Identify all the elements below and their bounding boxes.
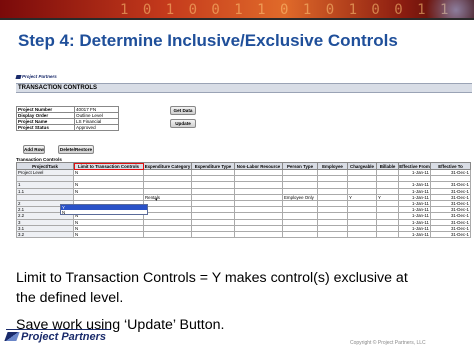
- swoosh-logo-icon: [4, 332, 20, 341]
- banner-digits: 1 0 1 0 0 1 1 0 1 0 1 0 0 1 1: [120, 2, 452, 18]
- app-logo: Project Partners: [15, 74, 57, 79]
- transaction-controls-grid: Project/Task Limit to Transaction Contro…: [16, 162, 471, 239]
- col-header-billable: Billable: [376, 162, 399, 170]
- slide-title: Step 4: Determine Inclusive/Exclusive Co…: [18, 31, 398, 50]
- info-row: Project Status Approved: [16, 124, 119, 131]
- page-header-bar: TRANSACTION CONTROLS: [16, 83, 472, 93]
- chevron-down-icon[interactable]: ▾: [155, 197, 158, 203]
- col-header-person-type: Person Type: [282, 162, 318, 170]
- footer-logo: Project Partners: [4, 331, 106, 343]
- dropdown-option[interactable]: N: [61, 210, 147, 215]
- col-header-effective-to: Effective To: [430, 162, 471, 170]
- logo-mark-icon: [15, 74, 22, 79]
- body-text-line-1a: Limit to Transaction Controls = Y makes …: [16, 270, 408, 286]
- page-title: TRANSACTION CONTROLS: [18, 85, 97, 91]
- info-value[interactable]: Approved: [74, 124, 119, 131]
- table-cell[interactable]: 1-Jan-11: [398, 230, 431, 239]
- table-cell: 3.2: [16, 230, 74, 239]
- body-text-line-1b: the defined level.: [16, 290, 124, 306]
- app-logo-text: Project Partners: [22, 74, 57, 79]
- info-label: Project Status: [16, 124, 75, 131]
- app-screenshot: Project Partners TRANSACTION CONTROLS Pr…: [14, 73, 474, 248]
- project-info-table: Project Number 40017 FN Display Order Outl…: [16, 106, 119, 131]
- table-row: 3.2 N 1-Jan-11 31-Dec-1: [16, 230, 471, 239]
- banner-rule: [0, 18, 474, 20]
- col-header-effective-from: Effective From: [398, 162, 431, 170]
- delete-restore-button[interactable]: Delete/Restore: [58, 145, 94, 154]
- table-cell[interactable]: [282, 230, 318, 239]
- table-cell[interactable]: [234, 230, 283, 239]
- table-cell[interactable]: [376, 230, 399, 239]
- top-banner: 1 0 1 0 0 1 1 0 1 0 1 0 0 1 1: [0, 0, 474, 20]
- col-header-non-labor-resource: Non-Labor Resource: [234, 162, 283, 170]
- table-cell[interactable]: [317, 230, 348, 239]
- copyright: Copyright © Project Partners, LLC: [350, 340, 426, 346]
- col-header-project-task: Project/Task: [16, 162, 74, 170]
- table-cell[interactable]: [143, 230, 192, 239]
- col-header-expenditure-category: Expenditure Category: [143, 162, 192, 170]
- col-header-chargeable: Chargeable: [347, 162, 377, 170]
- table-cell[interactable]: N: [73, 230, 144, 239]
- table-cell[interactable]: [191, 230, 235, 239]
- banner-glow: [414, 0, 474, 20]
- table-cell[interactable]: Employee Only: [282, 193, 318, 201]
- col-header-limit-to-transaction-controls: Limit to Transaction Controls: [73, 162, 144, 170]
- limit-dropdown-list[interactable]: Y N: [60, 204, 148, 215]
- col-header-expenditure-type: Expenditure Type: [191, 162, 235, 170]
- footer-logo-text: Project Partners: [21, 331, 106, 343]
- get-data-button[interactable]: Get Data: [170, 106, 196, 115]
- footer-rule: [6, 329, 111, 330]
- grid-header-row: Project/Task Limit to Transaction Contro…: [16, 162, 471, 170]
- add-row-button[interactable]: Add Row: [23, 145, 45, 154]
- table-cell[interactable]: 31-Dec-1: [430, 230, 471, 239]
- table-cell[interactable]: [347, 230, 377, 239]
- col-header-employee: Employee: [317, 162, 348, 170]
- update-button[interactable]: Update: [170, 119, 196, 128]
